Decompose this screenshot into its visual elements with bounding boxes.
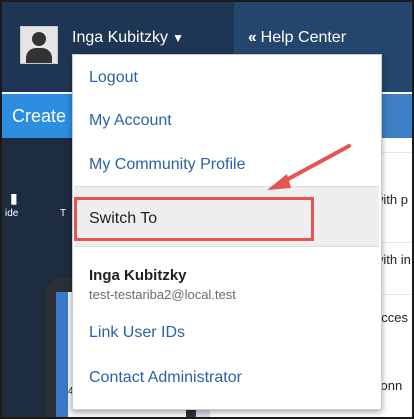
nav-item-icon[interactable]: ▮: [10, 190, 22, 206]
caret-down-icon: ▼: [172, 31, 184, 45]
double-chevron-left-icon: ‹‹: [248, 29, 257, 46]
menu-item-my-account[interactable]: My Account: [89, 112, 172, 130]
switch-user-name[interactable]: Inga Kubitzky: [89, 267, 187, 284]
switch-user-email: test-testariba2@local.test: [89, 287, 236, 302]
create-button[interactable]: Create: [2, 94, 72, 138]
highlight-box: [74, 197, 314, 241]
user-name-label: Inga Kubitzky: [72, 29, 169, 46]
menu-item-link-user-ids[interactable]: Link User IDs: [89, 324, 185, 342]
nav-item-label[interactable]: ide: [5, 208, 18, 219]
menu-divider: [74, 246, 379, 247]
avatar-head-shape: [32, 32, 46, 46]
nav-item-label-2[interactable]: T: [60, 208, 66, 219]
help-center-link[interactable]: ‹‹ Help Center: [248, 29, 346, 47]
screenshot-frame: Inga Kubitzky ▼ ‹‹ Help Center Create ▮ id…: [0, 0, 414, 419]
menu-item-contact-administrator[interactable]: Contact Administrator: [89, 369, 242, 387]
menu-item-logout[interactable]: Logout: [89, 69, 138, 87]
annotation-arrow-icon: [267, 144, 351, 190]
menu-item-my-community-profile[interactable]: My Community Profile: [89, 156, 245, 174]
tablet-sidebar: [56, 292, 68, 417]
avatar-body-shape: [26, 48, 52, 63]
help-center-label: Help Center: [260, 29, 347, 46]
user-menu-toggle[interactable]: Inga Kubitzky ▼: [72, 29, 184, 47]
avatar[interactable]: [20, 26, 58, 64]
